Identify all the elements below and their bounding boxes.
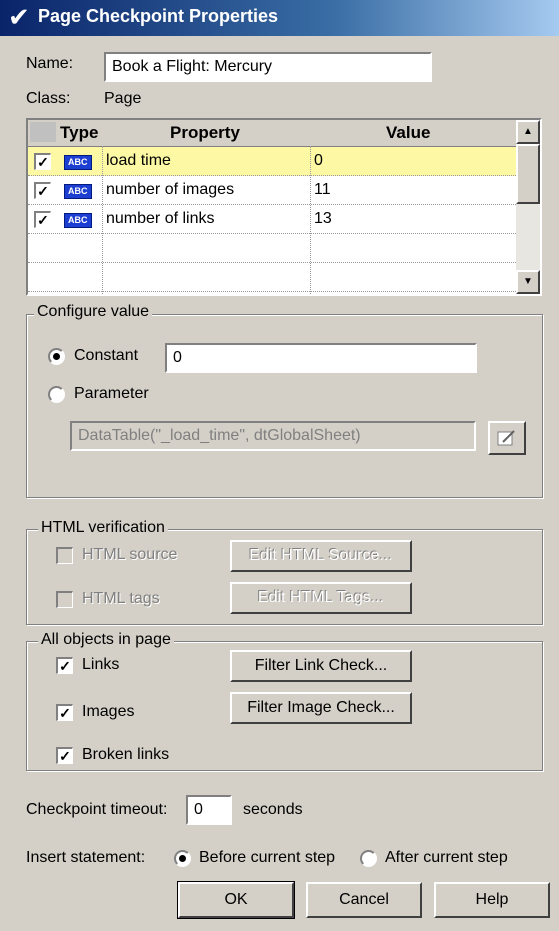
row-checkbox[interactable]: ✓ [34,211,51,228]
after-current-step-radio[interactable] [360,850,377,867]
dialog: ✔ Page Checkpoint Properties Name: Book … [0,0,559,931]
timeout-label: Checkpoint timeout: [26,801,168,818]
cancel-button[interactable]: Cancel [306,882,422,918]
filter-image-check-button[interactable]: Filter Image Check... [230,692,412,724]
html-tags-checkbox [56,591,73,608]
html-source-label: HTML source [82,546,178,563]
edit-html-source-button: Edit HTML Source... [230,540,412,572]
row-property: number of links [106,210,215,227]
header-corner [30,122,56,142]
all-objects-legend: All objects in page [38,631,174,649]
edit-pencil-icon [497,430,515,446]
parameter-label: Parameter [74,385,149,402]
row-property: number of images [106,181,235,198]
configure-value-group [26,314,543,498]
html-source-checkbox [56,547,73,564]
html-tags-label: HTML tags [82,590,160,607]
insert-statement-label: Insert statement: [26,849,146,866]
scroll-thumb[interactable] [516,144,540,204]
broken-links-label: Broken links [82,746,170,763]
images-checkbox[interactable]: ✓ [56,704,73,721]
title-bar[interactable]: ✔ Page Checkpoint Properties [0,0,559,36]
timeout-input[interactable]: 0 [186,795,232,825]
parameter-field: DataTable("_load_time", dtGlobalSheet) [70,421,476,451]
name-field[interactable]: Book a Flight: Mercury [104,52,432,82]
edit-html-tags-button: Edit HTML Tags... [230,582,412,614]
abc-type-icon: ABC [64,184,92,199]
filter-link-check-button[interactable]: Filter Link Check... [230,650,412,682]
abc-type-icon: ABC [64,213,92,228]
timeout-unit: seconds [243,801,303,818]
links-label: Links [82,656,120,673]
html-verification-legend: HTML verification [38,519,168,537]
configure-value-legend: Configure value [34,303,153,321]
column-divider [102,146,103,294]
edit-parameter-button[interactable] [488,421,526,455]
parameter-radio[interactable] [48,386,65,403]
row-checkbox[interactable]: ✓ [34,153,51,170]
table-header: Type Property Value [28,120,516,147]
scroll-down-arrow-icon[interactable]: ▼ [516,270,540,294]
after-current-step-label: After current step [385,849,508,866]
before-current-step-label: Before current step [199,849,336,866]
column-divider [310,146,311,294]
constant-input[interactable]: 0 [165,343,477,373]
row-value[interactable]: 13 [314,205,332,233]
name-label: Name: [26,55,74,72]
images-label: Images [82,703,135,720]
constant-radio[interactable] [48,348,65,365]
row-value[interactable]: 0 [314,147,323,175]
properties-table: Type Property Value ✓ ABC load time 0 ✓ … [26,118,542,296]
row-checkbox[interactable]: ✓ [34,182,51,199]
links-checkbox[interactable]: ✓ [56,657,73,674]
help-button[interactable]: Help [434,882,550,918]
checkmark-icon: ✔ [8,2,30,32]
class-value: Page [104,90,142,107]
row-value[interactable]: 11 [314,176,331,204]
header-property[interactable]: Property [170,123,240,143]
table-scrollbar[interactable]: ▲ ▼ [516,120,540,294]
header-value[interactable]: Value [386,123,430,143]
before-current-step-radio[interactable] [174,850,191,867]
constant-label: Constant [74,347,139,364]
ok-button[interactable]: OK [177,881,295,919]
row-property: load time [106,152,171,169]
class-label: Class: [26,90,71,107]
abc-type-icon: ABC [64,155,92,170]
broken-links-checkbox[interactable]: ✓ [56,747,73,764]
scroll-up-arrow-icon[interactable]: ▲ [516,120,540,144]
window-title: Page Checkpoint Properties [38,6,279,26]
header-type[interactable]: Type [60,123,98,143]
